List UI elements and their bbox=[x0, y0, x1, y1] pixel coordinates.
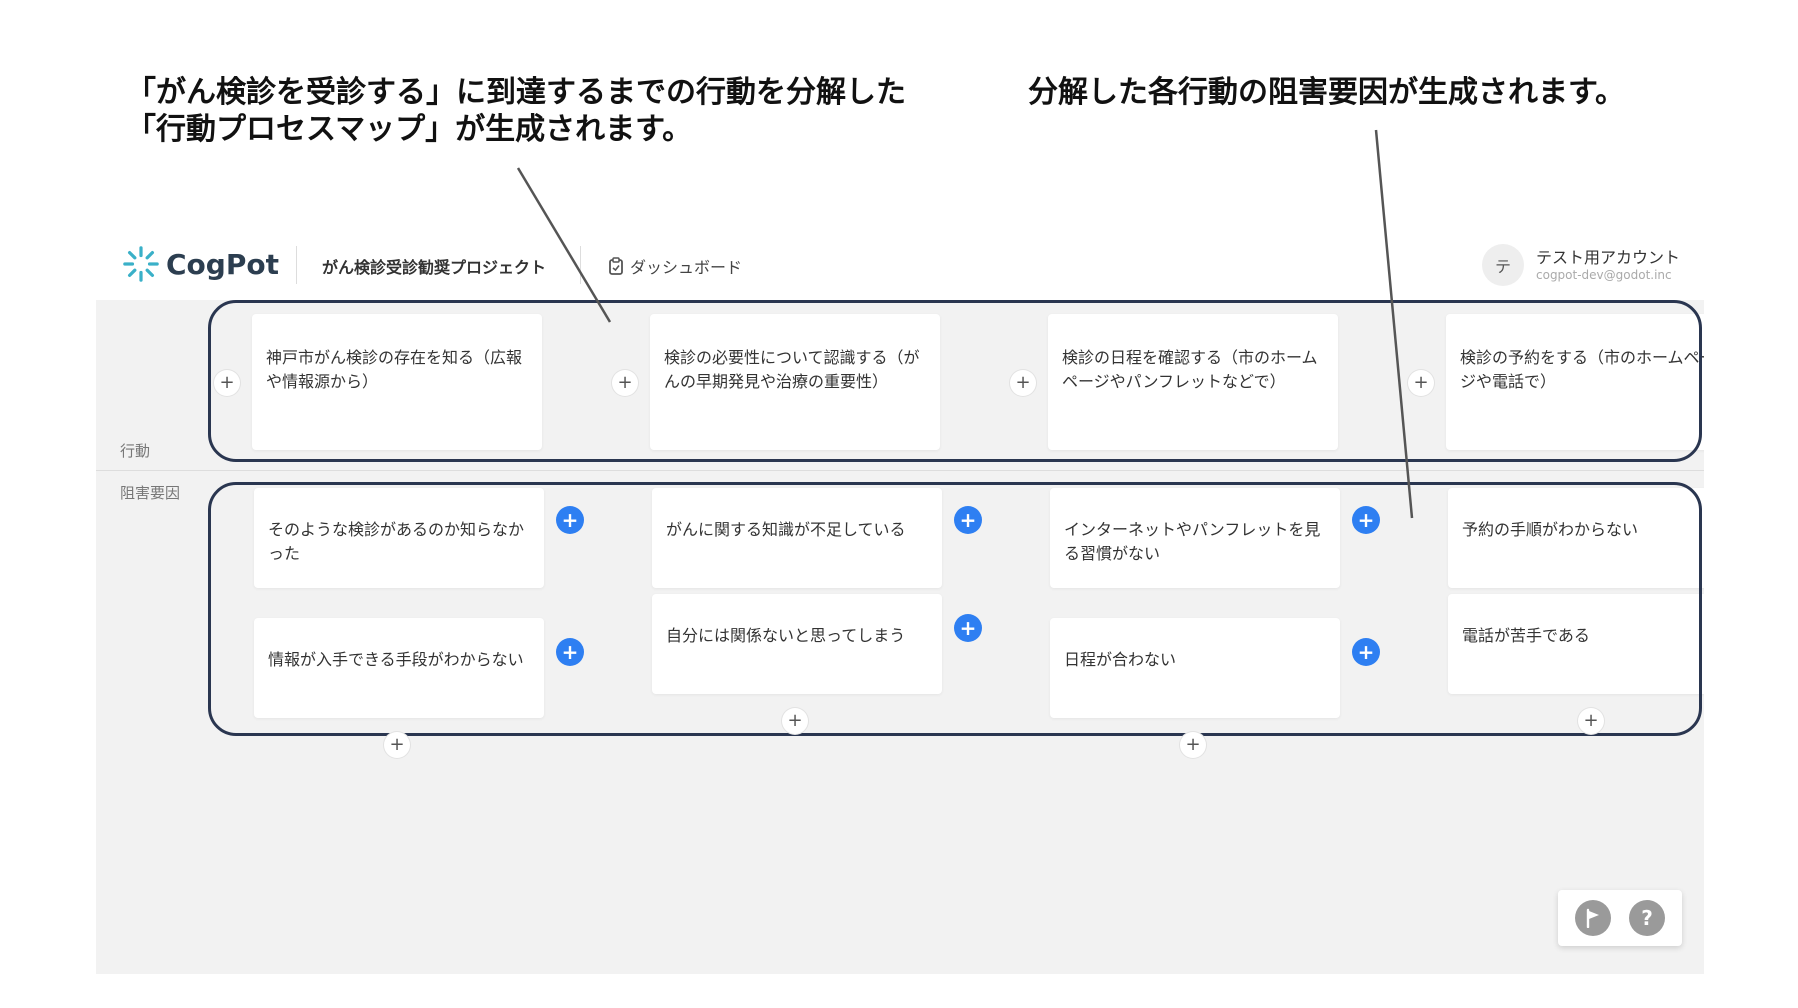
add-barrier-button[interactable]: + bbox=[1352, 638, 1380, 666]
add-barrier-button[interactable]: + bbox=[1352, 506, 1380, 534]
caption-line-2: 「行動プロセスマップ」が生成されます。 bbox=[126, 112, 693, 147]
caption-line-1: 「がん検診を受診する」に到達するまでの行動を分解した bbox=[126, 75, 906, 110]
add-barrier-below-button[interactable]: + bbox=[1180, 732, 1206, 758]
account-name[interactable]: テスト用アカウント bbox=[1536, 244, 1680, 268]
barrier-card[interactable]: がんに関する知識が不足している bbox=[652, 488, 942, 588]
add-barrier-button[interactable]: + bbox=[556, 638, 584, 666]
app-window: CogPot がん検診受診勧奨プロジェクト ダッシュボード テ テスト用アカウン… bbox=[96, 230, 1704, 974]
add-barrier-button[interactable]: + bbox=[954, 614, 982, 642]
header-divider bbox=[296, 246, 297, 284]
dashboard-label: ダッシュボード bbox=[630, 258, 743, 277]
add-barrier-button[interactable]: + bbox=[954, 506, 982, 534]
add-action-button[interactable]: + bbox=[1010, 370, 1036, 396]
barrier-card[interactable]: 予約の手順がわからない bbox=[1448, 488, 1704, 588]
add-barrier-button[interactable]: + bbox=[556, 506, 584, 534]
barrier-card[interactable]: 自分には関係ないと思ってしまう bbox=[652, 594, 942, 694]
caption-barriers: 分解した各行動の阻害要因が生成されます。 bbox=[1028, 75, 1625, 110]
flag-button[interactable] bbox=[1575, 900, 1611, 936]
avatar[interactable]: テ bbox=[1482, 244, 1524, 286]
help-widget: ? bbox=[1558, 890, 1682, 946]
action-card[interactable]: 検診の必要性について認識する（がんの早期発見や治療の重要性） bbox=[650, 314, 940, 450]
add-action-button[interactable]: + bbox=[214, 370, 240, 396]
help-button[interactable]: ? bbox=[1629, 900, 1665, 936]
barrier-card[interactable]: インターネットやパンフレットを見る習慣がない bbox=[1050, 488, 1340, 588]
action-card[interactable]: 神戸市がん検診の存在を知る（広報や情報源から） bbox=[252, 314, 542, 450]
flag-icon bbox=[1586, 908, 1599, 928]
top-header: CogPot がん検診受診勧奨プロジェクト ダッシュボード テ テスト用アカウン… bbox=[96, 230, 1704, 300]
add-action-button[interactable]: + bbox=[1408, 370, 1434, 396]
slide: 「がん検診を受診する」に到達するまでの行動を分解した 「行動プロセスマップ」が生… bbox=[0, 0, 1798, 1008]
logo-text: CogPot bbox=[166, 247, 279, 281]
logo-burst-icon bbox=[123, 246, 159, 282]
barrier-card[interactable]: 電話が苦手である bbox=[1448, 594, 1704, 694]
dashboard-link[interactable]: ダッシュボード bbox=[608, 254, 742, 278]
add-action-button[interactable]: + bbox=[612, 370, 638, 396]
caption-action-map: 「がん検診を受診する」に到達するまでの行動を分解した 「行動プロセスマップ」が生… bbox=[126, 74, 906, 148]
barrier-card[interactable]: 日程が合わない bbox=[1050, 618, 1340, 718]
row-divider bbox=[96, 470, 1704, 471]
add-barrier-below-button[interactable]: + bbox=[782, 708, 808, 734]
action-card[interactable]: 検診の予約をする（市のホームページや電話で） bbox=[1446, 314, 1704, 450]
barrier-card[interactable]: そのような検診があるのか知らなかった bbox=[254, 488, 544, 588]
logo[interactable]: CogPot bbox=[122, 242, 279, 286]
row-label-actions: 行動 bbox=[120, 442, 151, 460]
barrier-card[interactable]: 情報が入手できる手段がわからない bbox=[254, 618, 544, 718]
clipboard-icon bbox=[609, 257, 623, 275]
header-divider bbox=[580, 246, 581, 284]
add-barrier-below-button[interactable]: + bbox=[384, 732, 410, 758]
question-icon: ? bbox=[1641, 906, 1653, 930]
project-name[interactable]: がん検診受診勧奨プロジェクト bbox=[322, 254, 546, 278]
row-label-barriers: 阻害要因 bbox=[120, 484, 181, 502]
account-email: cogpot-dev@godot.inc bbox=[1536, 268, 1672, 282]
action-card[interactable]: 検診の日程を確認する（市のホームページやパンフレットなどで） bbox=[1048, 314, 1338, 450]
add-barrier-below-button[interactable]: + bbox=[1578, 708, 1604, 734]
